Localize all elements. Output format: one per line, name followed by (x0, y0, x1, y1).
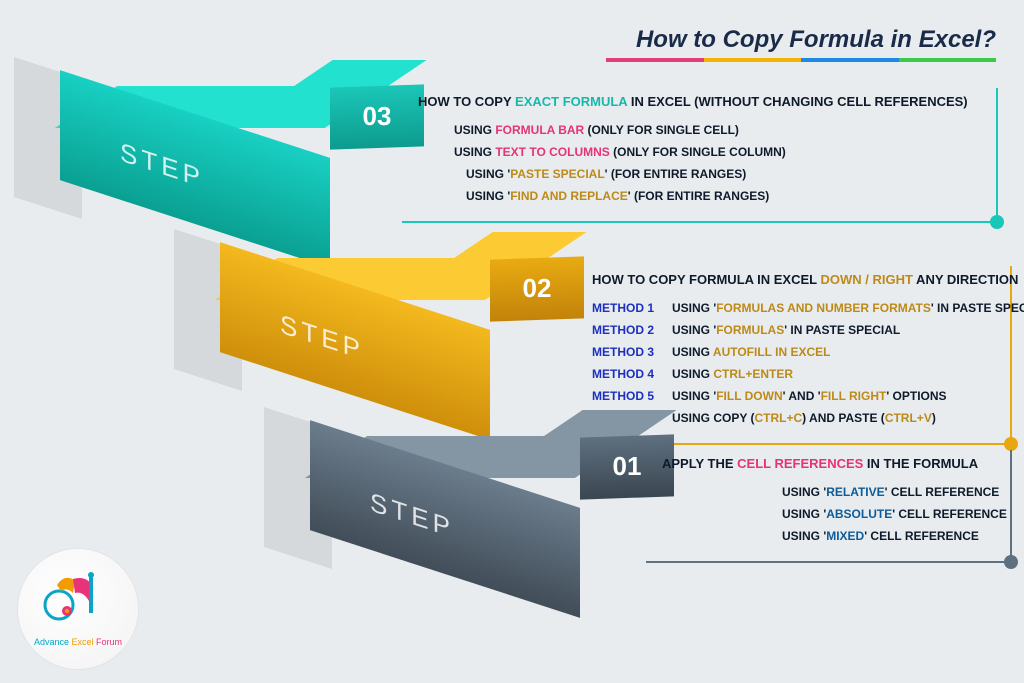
logo-text: Advance Excel Forum (34, 637, 122, 647)
s1-item-3: USING 'MIXED' CELL REFERENCE (662, 529, 1000, 543)
step-1-callout: APPLY THE CELL REFERENCES IN THE FORMULA… (652, 450, 1012, 563)
s1-item-2: USING 'ABSOLUTE' CELL REFERENCE (662, 507, 1000, 521)
s2-m3: METHOD 3USING AUTOFILL IN EXCEL (592, 345, 1000, 359)
brand-logo: Advance Excel Forum (18, 549, 138, 669)
s3-item-3: USING 'PASTE SPECIAL' (FOR ENTIRE RANGES… (418, 167, 986, 181)
s2-m5: METHOD 5USING 'FILL DOWN' AND 'FILL RIGH… (592, 389, 1000, 403)
leader (646, 561, 652, 563)
s3-item-4: USING 'FIND AND REPLACE' (FOR ENTIRE RAN… (418, 189, 986, 203)
leader (402, 221, 408, 223)
step-2-heading: HOW TO COPY FORMULA IN EXCEL DOWN / RIGH… (592, 272, 1000, 287)
page-title: How to Copy Formula in Excel? (636, 26, 996, 54)
s2-m2: METHOD 2USING 'FORMULAS' IN PASTE SPECIA… (592, 323, 1000, 337)
s2-m4: METHOD 4USING CTRL+ENTER (592, 367, 1000, 381)
bar-seg-1 (606, 58, 704, 62)
step-3-callout: HOW TO COPY EXACT FORMULA IN EXCEL (WITH… (408, 88, 998, 223)
logo-icon (43, 571, 113, 633)
bar-seg-2 (704, 58, 802, 62)
s3-item-1: USING FORMULA BAR (ONLY FOR SINGLE CELL) (418, 123, 986, 137)
step-3-heading: HOW TO COPY EXACT FORMULA IN EXCEL (WITH… (418, 94, 986, 109)
bar-seg-3 (801, 58, 899, 62)
step-1-heading: APPLY THE CELL REFERENCES IN THE FORMULA (662, 456, 1000, 471)
s2-m1: METHOD 1USING 'FORMULAS AND NUMBER FORMA… (592, 301, 1000, 315)
s1-item-1: USING 'RELATIVE' CELL REFERENCE (662, 485, 1000, 499)
connector-dot (1004, 437, 1018, 451)
connector-dot (990, 215, 1004, 229)
s3-item-2: USING TEXT TO COLUMNS (ONLY FOR SINGLE C… (418, 145, 986, 159)
connector-dot (1004, 555, 1018, 569)
title-underline (606, 58, 996, 62)
step-2-number: 02 (490, 260, 584, 316)
bar-seg-4 (899, 58, 997, 62)
